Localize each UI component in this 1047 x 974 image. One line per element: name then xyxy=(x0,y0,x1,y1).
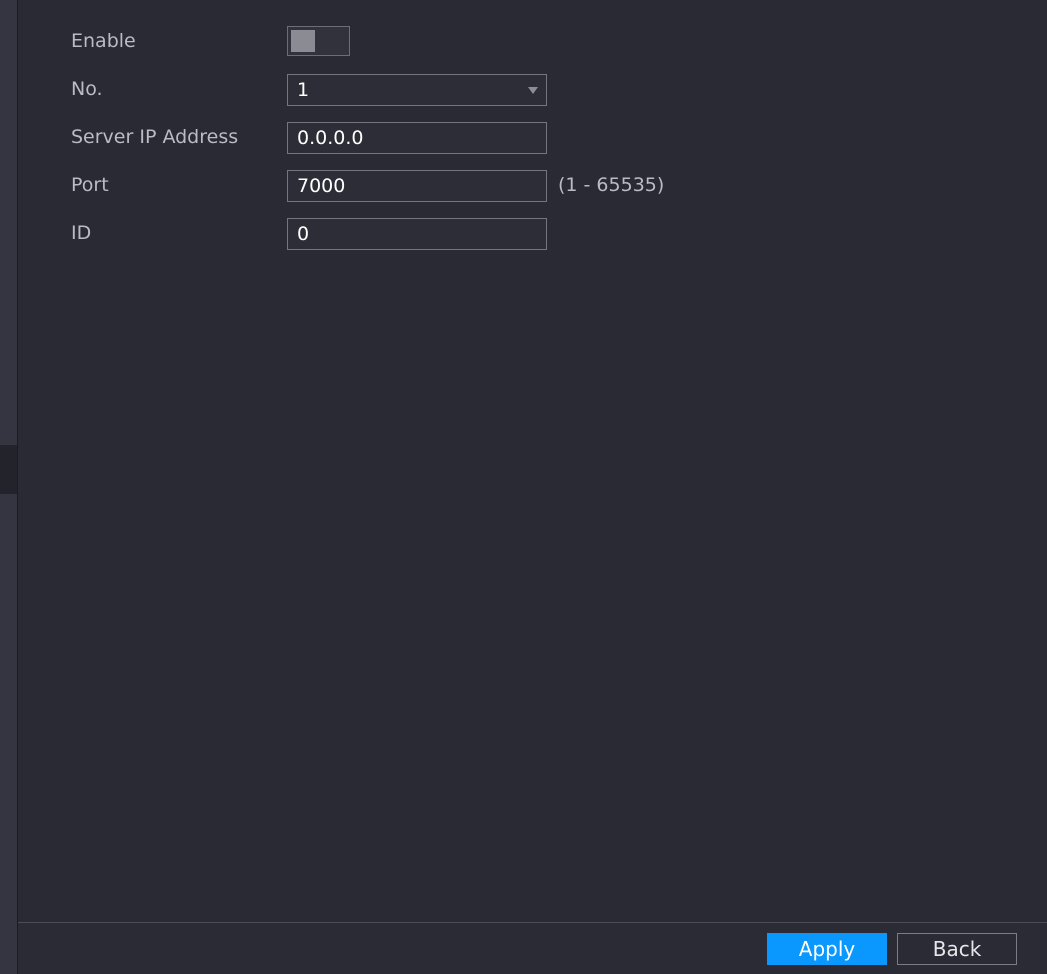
back-button[interactable]: Back xyxy=(897,933,1017,965)
id-value: 0 xyxy=(297,223,310,245)
server-ip-label: Server IP Address xyxy=(71,126,239,148)
port-range-hint: (1 - 65535) xyxy=(558,174,665,196)
sidebar-collapse-tab[interactable] xyxy=(0,445,17,494)
settings-panel: Enable No. 1 Server IP Address 0.0.0.0 P… xyxy=(0,0,1047,974)
number-select-value: 1 xyxy=(297,79,310,101)
id-input[interactable]: 0 xyxy=(287,218,547,250)
toggle-knob xyxy=(291,30,315,52)
server-ip-value: 0.0.0.0 xyxy=(297,127,364,149)
number-label: No. xyxy=(71,78,103,100)
port-value: 7000 xyxy=(297,175,346,197)
left-sidebar-edge xyxy=(0,0,18,974)
apply-button[interactable]: Apply xyxy=(767,933,887,965)
enable-toggle[interactable] xyxy=(287,26,350,56)
enable-label: Enable xyxy=(71,30,136,52)
port-label: Port xyxy=(71,174,109,196)
chevron-down-icon xyxy=(528,87,538,94)
id-label: ID xyxy=(71,222,92,244)
footer-bar xyxy=(18,923,1047,974)
number-select[interactable]: 1 xyxy=(287,74,547,106)
port-input[interactable]: 7000 xyxy=(287,170,547,202)
server-ip-input[interactable]: 0.0.0.0 xyxy=(287,122,547,154)
